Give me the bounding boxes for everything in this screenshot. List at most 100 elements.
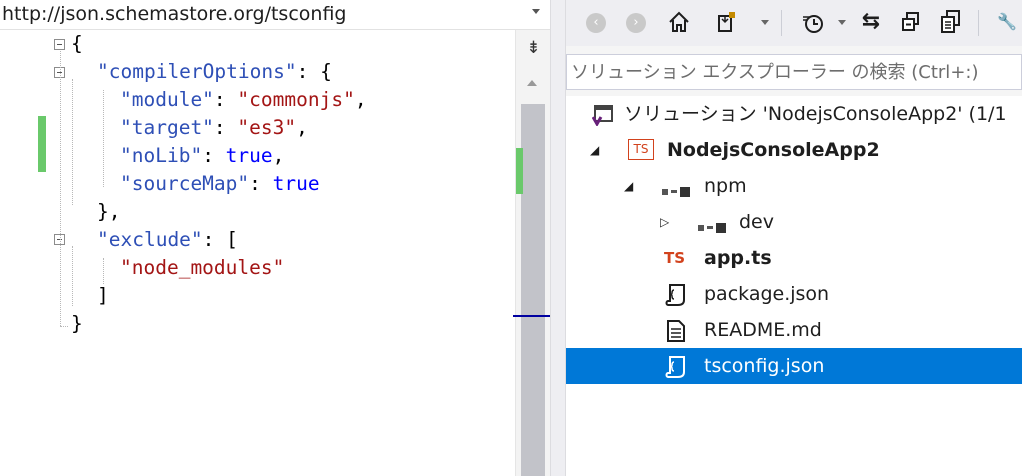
code-line: "target": "es3", (120, 114, 308, 142)
tree-item-label: NodejsConsoleApp2 (667, 139, 880, 161)
code-token: true (272, 172, 320, 195)
expanded-arrow-icon[interactable]: ◢ (590, 132, 599, 168)
json-file-icon (664, 282, 688, 312)
pending-changes-icon[interactable]: ⇆ (856, 6, 886, 38)
chevron-down-icon[interactable] (532, 9, 540, 14)
explorer-search-box[interactable] (566, 54, 1022, 90)
code-token: : (249, 172, 273, 195)
code-line: "module": "commonjs", (120, 86, 367, 114)
code-line: "compilerOptions": { (97, 58, 332, 86)
explorer-toolbar: ‹ › ⇆ 🔧 (566, 0, 1022, 46)
outline-guide (72, 246, 73, 306)
schema-selector[interactable]: http://json.schemastore.org/tsconfig (0, 0, 550, 30)
tree-item-tsconfig-json[interactable]: tsconfig.json (566, 348, 1022, 384)
solution-tree: ソリューション 'NodejsConsoleApp2' (1/1 ◢ TS No… (566, 96, 1022, 476)
collapse-all-icon[interactable] (896, 6, 926, 38)
tree-item-label: app.ts (704, 247, 772, 269)
code-token: , (272, 144, 285, 167)
code-token: : { (296, 60, 332, 83)
home-icon[interactable] (664, 6, 694, 38)
npm-icon (698, 218, 730, 237)
tree-item-app-ts[interactable]: TS app.ts (566, 240, 1022, 276)
tree-item-label: tsconfig.json (704, 355, 825, 377)
code-line: } (71, 310, 83, 338)
properties-icon[interactable]: 🔧 (992, 6, 1022, 38)
code-token: "es3" (237, 116, 297, 139)
code-line: { (71, 30, 83, 58)
code-token: : [ (202, 228, 238, 251)
code-line: }, (97, 198, 120, 226)
code-editor-pane: http://json.schemastore.org/tsconfig { "… (0, 0, 551, 476)
tree-item-label: README.md (704, 319, 822, 341)
code-token: , (296, 116, 308, 139)
back-icon[interactable]: ‹ (586, 13, 606, 33)
code-token: "module" (120, 88, 214, 111)
code-token: }, (97, 200, 121, 223)
tree-item-npm[interactable]: ◢ npm (566, 168, 1022, 204)
pane-splitter[interactable] (550, 0, 566, 476)
ts-file-icon: TS (664, 249, 686, 267)
code-token: } (71, 312, 83, 335)
schema-url-text: http://json.schemastore.org/tsconfig (2, 3, 347, 25)
code-line: "sourceMap": true (120, 170, 320, 198)
forward-icon[interactable]: › (626, 13, 646, 33)
code-line: "exclude": [ (97, 226, 238, 254)
scroll-up-icon[interactable] (527, 80, 537, 86)
code-token: : (202, 144, 226, 167)
expanded-arrow-icon[interactable]: ◢ (624, 168, 633, 204)
json-file-icon (664, 354, 688, 384)
code-token: : (213, 116, 238, 139)
chevron-down-icon[interactable] (761, 20, 769, 25)
code-token: : (213, 88, 238, 111)
ts-project-icon: TS (628, 139, 654, 160)
solution-icon (591, 104, 614, 130)
code-token: "noLib" (120, 144, 203, 167)
search-input[interactable] (571, 55, 1019, 89)
solution-explorer: ‹ › ⇆ 🔧 ソリューション 'NodejsC (566, 0, 1022, 476)
code-line: ] (97, 282, 109, 310)
collapsed-arrow-icon[interactable]: ▷ (660, 204, 669, 240)
code-token: true (225, 144, 273, 167)
show-all-files-icon[interactable] (936, 6, 966, 38)
code-token: "sourceMap" (120, 172, 250, 195)
tree-item-label: npm (704, 175, 747, 197)
code-area[interactable]: { "compilerOptions": { "module": "common… (0, 30, 515, 476)
code-token: , (354, 88, 367, 111)
toolbar-separator (781, 10, 782, 36)
tree-item-project[interactable]: ◢ TS NodejsConsoleApp2 (566, 132, 1022, 168)
npm-icon (662, 182, 694, 201)
split-window-icon[interactable]: ⇟ (516, 34, 551, 62)
change-marker (516, 148, 523, 194)
outline-guide (60, 326, 68, 327)
code-token: "exclude" (97, 228, 203, 251)
outline-guide (72, 79, 73, 205)
tree-item-dev[interactable]: ▷ dev (566, 204, 1022, 240)
editor-scrollbar[interactable]: ⇟ (513, 30, 551, 476)
tree-item-solution[interactable]: ソリューション 'NodejsConsoleApp2' (1/1 (566, 96, 1022, 132)
code-token: "compilerOptions" (97, 60, 297, 83)
code-line: "node_modules" (120, 254, 284, 282)
tree-item-package-json[interactable]: package.json (566, 276, 1022, 312)
caret-position-marker (513, 315, 551, 317)
change-marker (38, 116, 46, 172)
markdown-file-icon (666, 319, 686, 347)
history-icon[interactable] (798, 6, 828, 38)
toolbar-separator (978, 10, 979, 36)
code-token: "commonjs" (237, 88, 355, 111)
tree-item-label: package.json (704, 283, 830, 305)
indent-guide (103, 90, 104, 187)
tree-item-label: dev (739, 211, 774, 233)
code-token: "target" (120, 116, 214, 139)
tree-item-readme[interactable]: README.md (566, 312, 1022, 348)
scrollbar-thumb[interactable] (521, 104, 545, 476)
chevron-down-icon[interactable] (838, 20, 846, 25)
outline-guide (60, 51, 61, 326)
indent-guide (103, 258, 104, 284)
code-token: "node_modules" (120, 256, 285, 279)
code-line: "noLib": true, (120, 142, 284, 170)
code-token: ] (97, 284, 109, 307)
sync-icon[interactable] (714, 6, 744, 38)
tree-item-label: ソリューション 'NodejsConsoleApp2' (1/1 (624, 103, 1007, 125)
collapse-icon[interactable] (54, 39, 65, 50)
code-token: { (71, 32, 83, 55)
